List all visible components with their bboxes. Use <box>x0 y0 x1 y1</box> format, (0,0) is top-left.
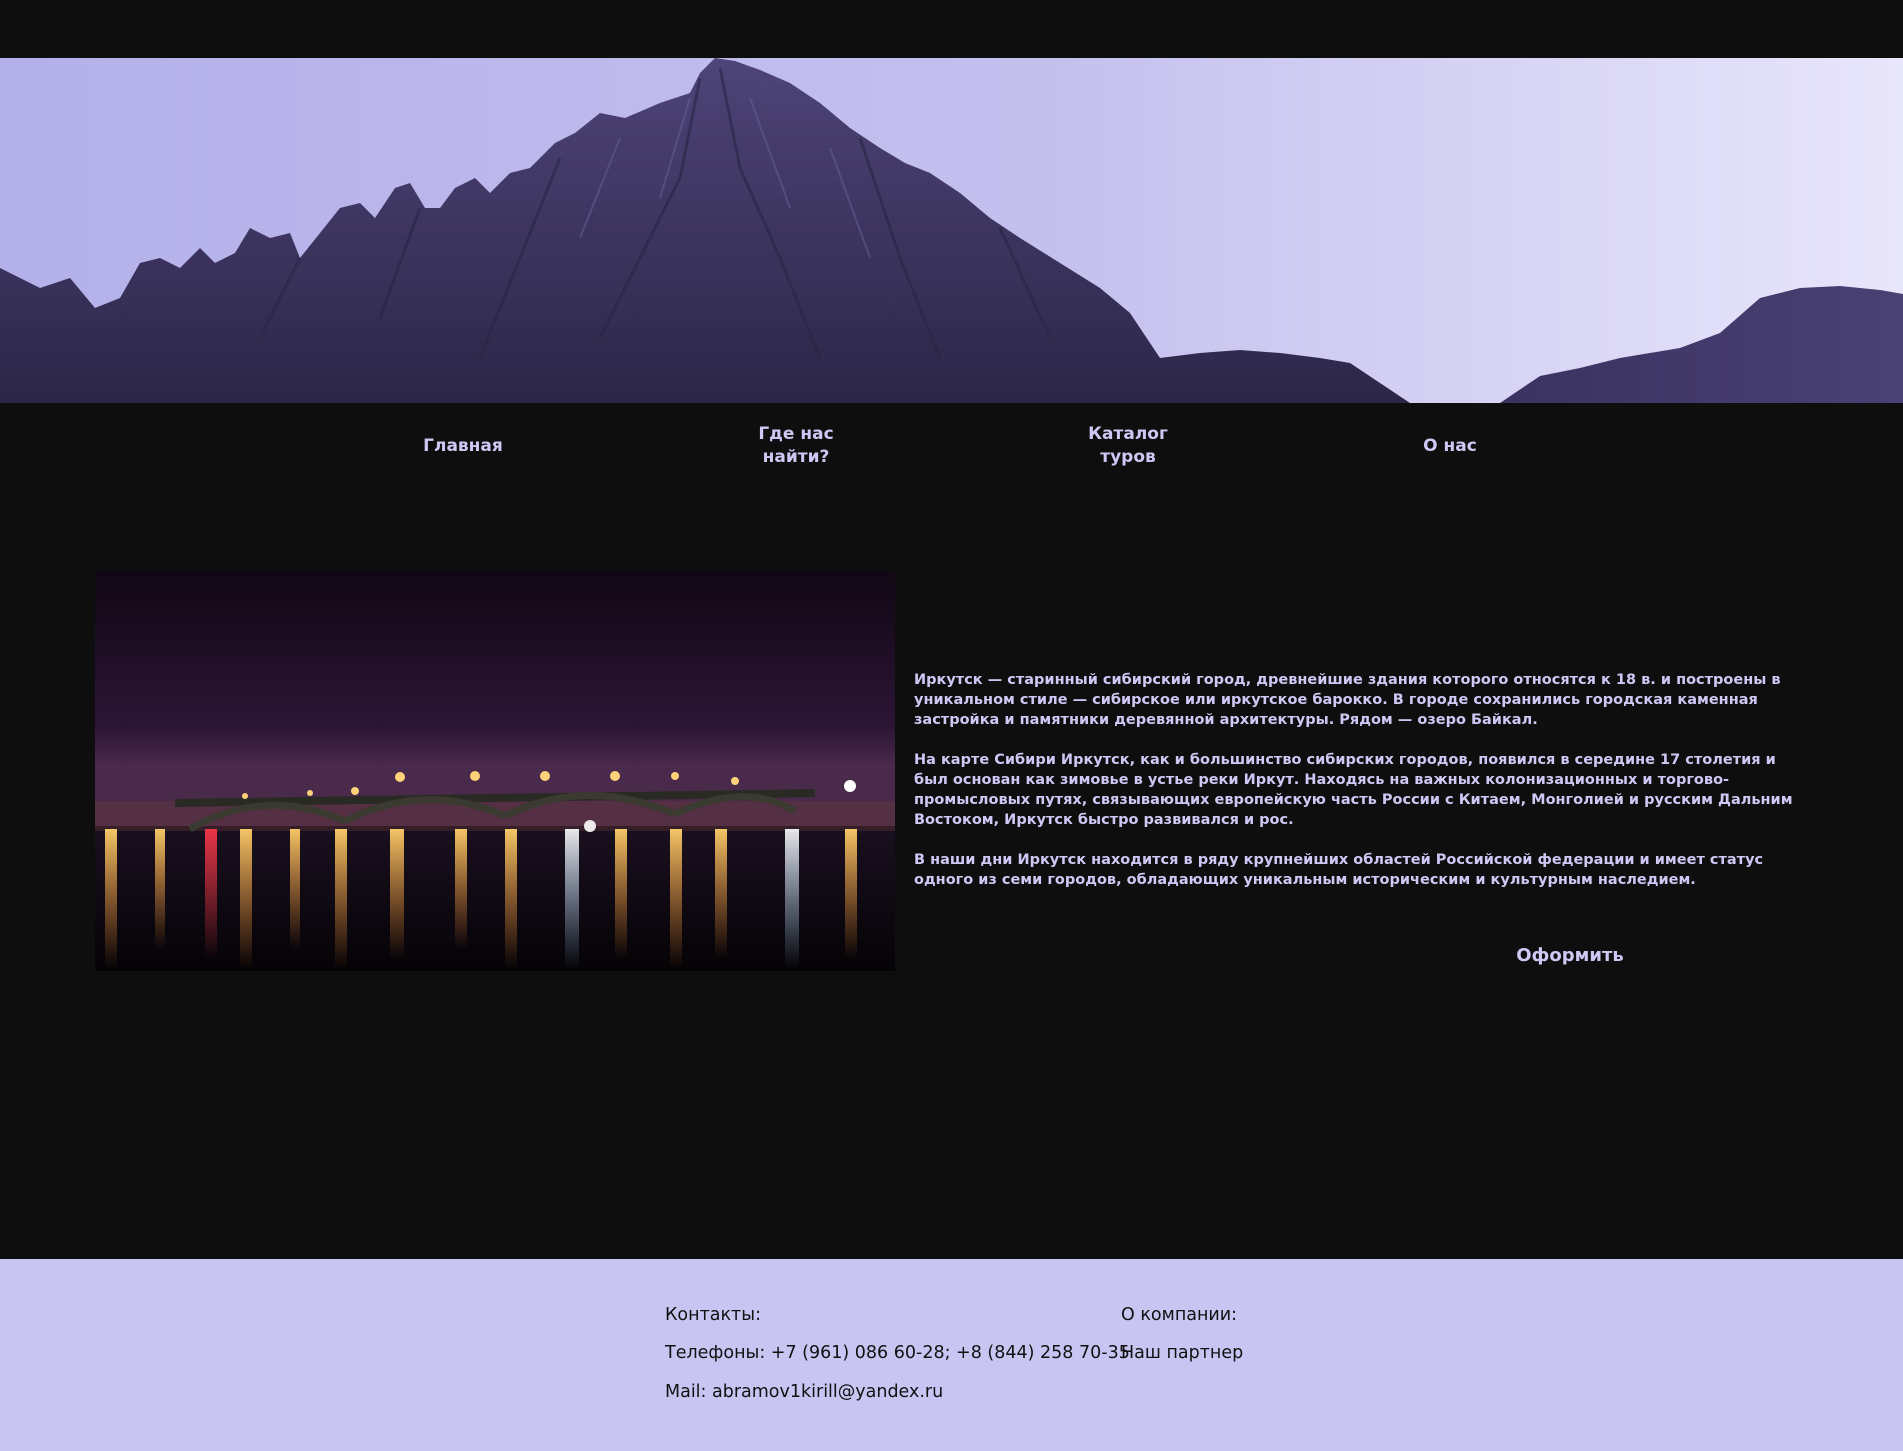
main-nav: Главная Где нас найти? Каталог туров О н… <box>0 403 1903 483</box>
partner-link[interactable]: Наш партнер <box>1121 1343 1243 1363</box>
company-title: О компании: <box>1121 1305 1238 1325</box>
nav-item-tour-catalog[interactable]: Каталог туров <box>1048 423 1208 469</box>
contacts-title: Контакты: <box>665 1305 761 1325</box>
nav-item-about[interactable]: О нас <box>1370 435 1530 458</box>
nav-item-home[interactable]: Главная <box>383 435 543 458</box>
nav-item-label: О нас <box>1423 436 1477 456</box>
nav-item-where-to-find[interactable]: Где нас найти? <box>716 423 876 469</box>
phones: Телефоны: +7 (961) 086 60-28; +8 (844) 2… <box>665 1343 1130 1363</box>
paragraph: В наши дни Иркутск находится в ряду круп… <box>914 852 1764 888</box>
paragraph: Иркутск — старинный сибирский город, дре… <box>914 672 1781 728</box>
mountain-image <box>0 58 1903 403</box>
nav-item-label: Где нас <box>758 424 834 444</box>
email-link[interactable]: Mail: abramov1kirill@yandex.ru <box>665 1382 943 1402</box>
nav-item-label: найти? <box>762 447 830 467</box>
irkutsk-bridge-photo <box>95 571 895 971</box>
about-text: Иркутск — старинный сибирский город, дре… <box>914 670 1794 910</box>
footer: Контакты: Телефоны: +7 (961) 086 60-28; … <box>0 1259 1903 1451</box>
nav-item-label: Каталог <box>1088 424 1168 444</box>
hero-banner <box>0 58 1903 403</box>
top-bar <box>0 0 1903 58</box>
order-button[interactable]: Оформить <box>1480 945 1660 966</box>
nav-item-label: туров <box>1100 447 1156 467</box>
nav-item-label: Главная <box>423 436 503 456</box>
paragraph: На карте Сибири Иркутск, как и большинст… <box>914 752 1793 828</box>
